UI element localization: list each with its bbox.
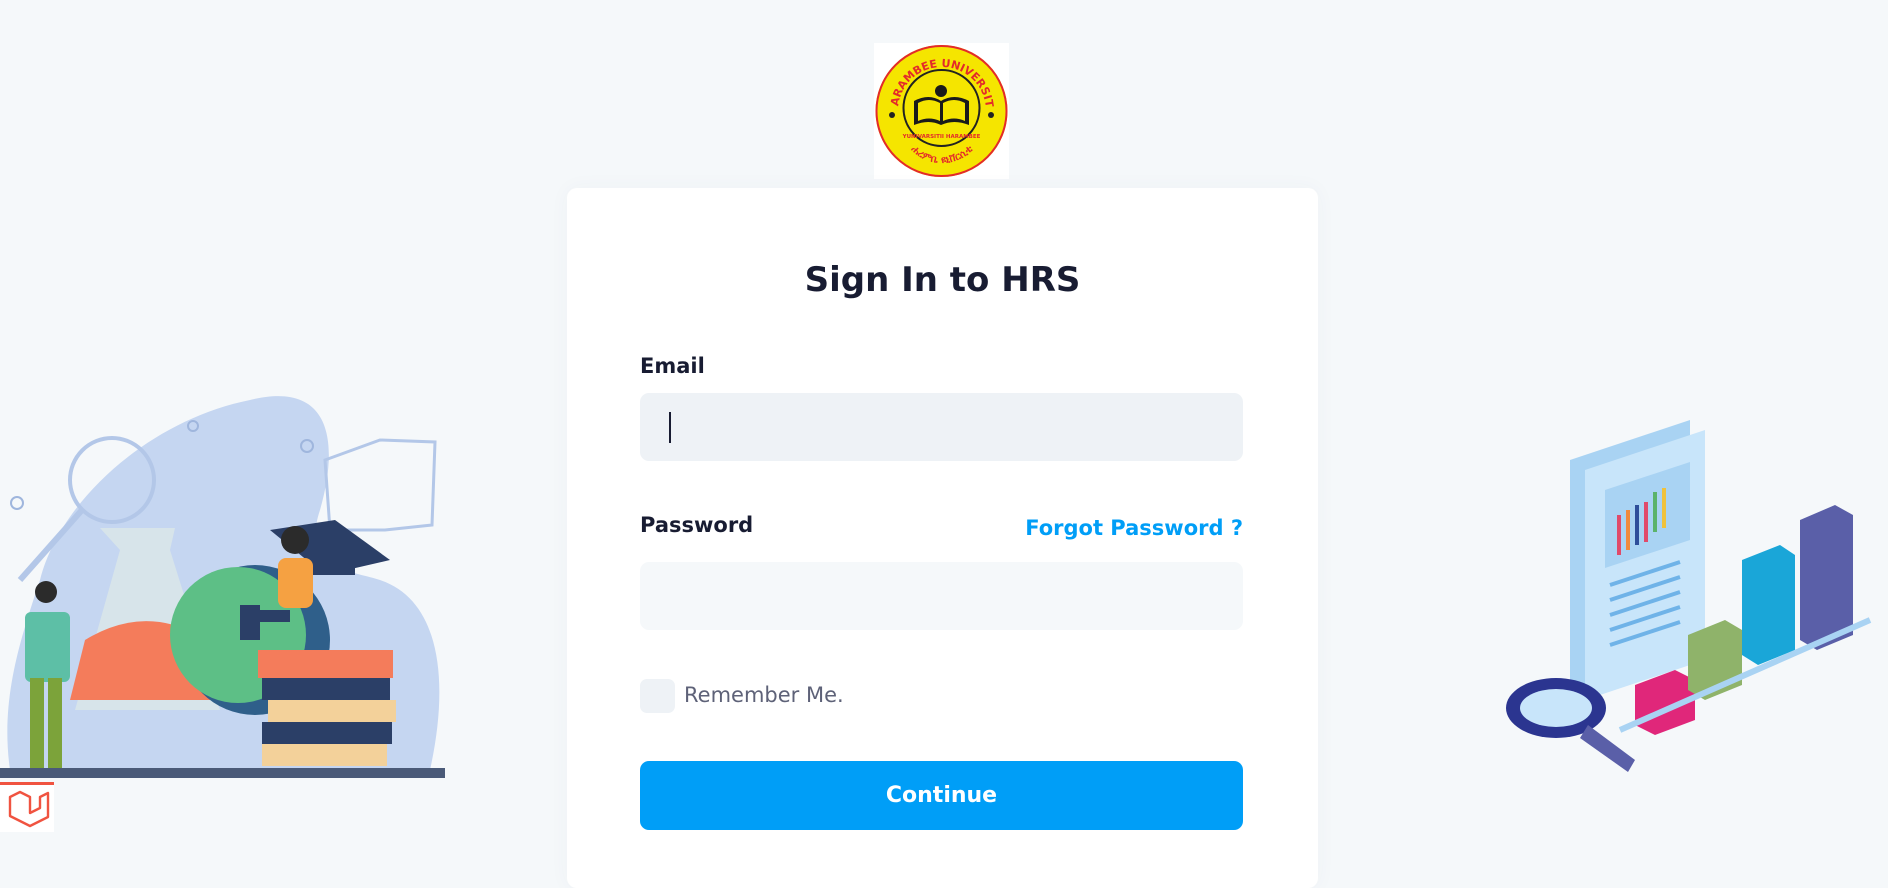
laravel-icon[interactable] [0,782,54,832]
svg-text:YUNIVARSITII HARAMBEE: YUNIVARSITII HARAMBEE [902,134,981,140]
remember-me-label[interactable]: Remember Me. [684,685,844,706]
password-field[interactable] [640,562,1243,630]
email-field[interactable] [640,393,1243,461]
education-illustration [0,380,450,780]
university-logo: HARAMBEE UNIVERSITY ሐረምቤ ዩኒቨርሲቲ YUNIVARS… [874,43,1009,179]
email-label: Email [640,354,705,378]
sign-in-card: Sign In to HRS Email Password Forgot Pas… [567,188,1318,888]
continue-button[interactable]: Continue [640,761,1243,830]
forgot-password-link[interactable]: Forgot Password ? [1025,518,1243,539]
text-caret [669,412,671,443]
remember-me-checkbox[interactable] [640,679,675,713]
analytics-illustration [1480,410,1888,790]
page-title: Sign In to HRS [804,260,1081,300]
password-label: Password [640,513,754,537]
